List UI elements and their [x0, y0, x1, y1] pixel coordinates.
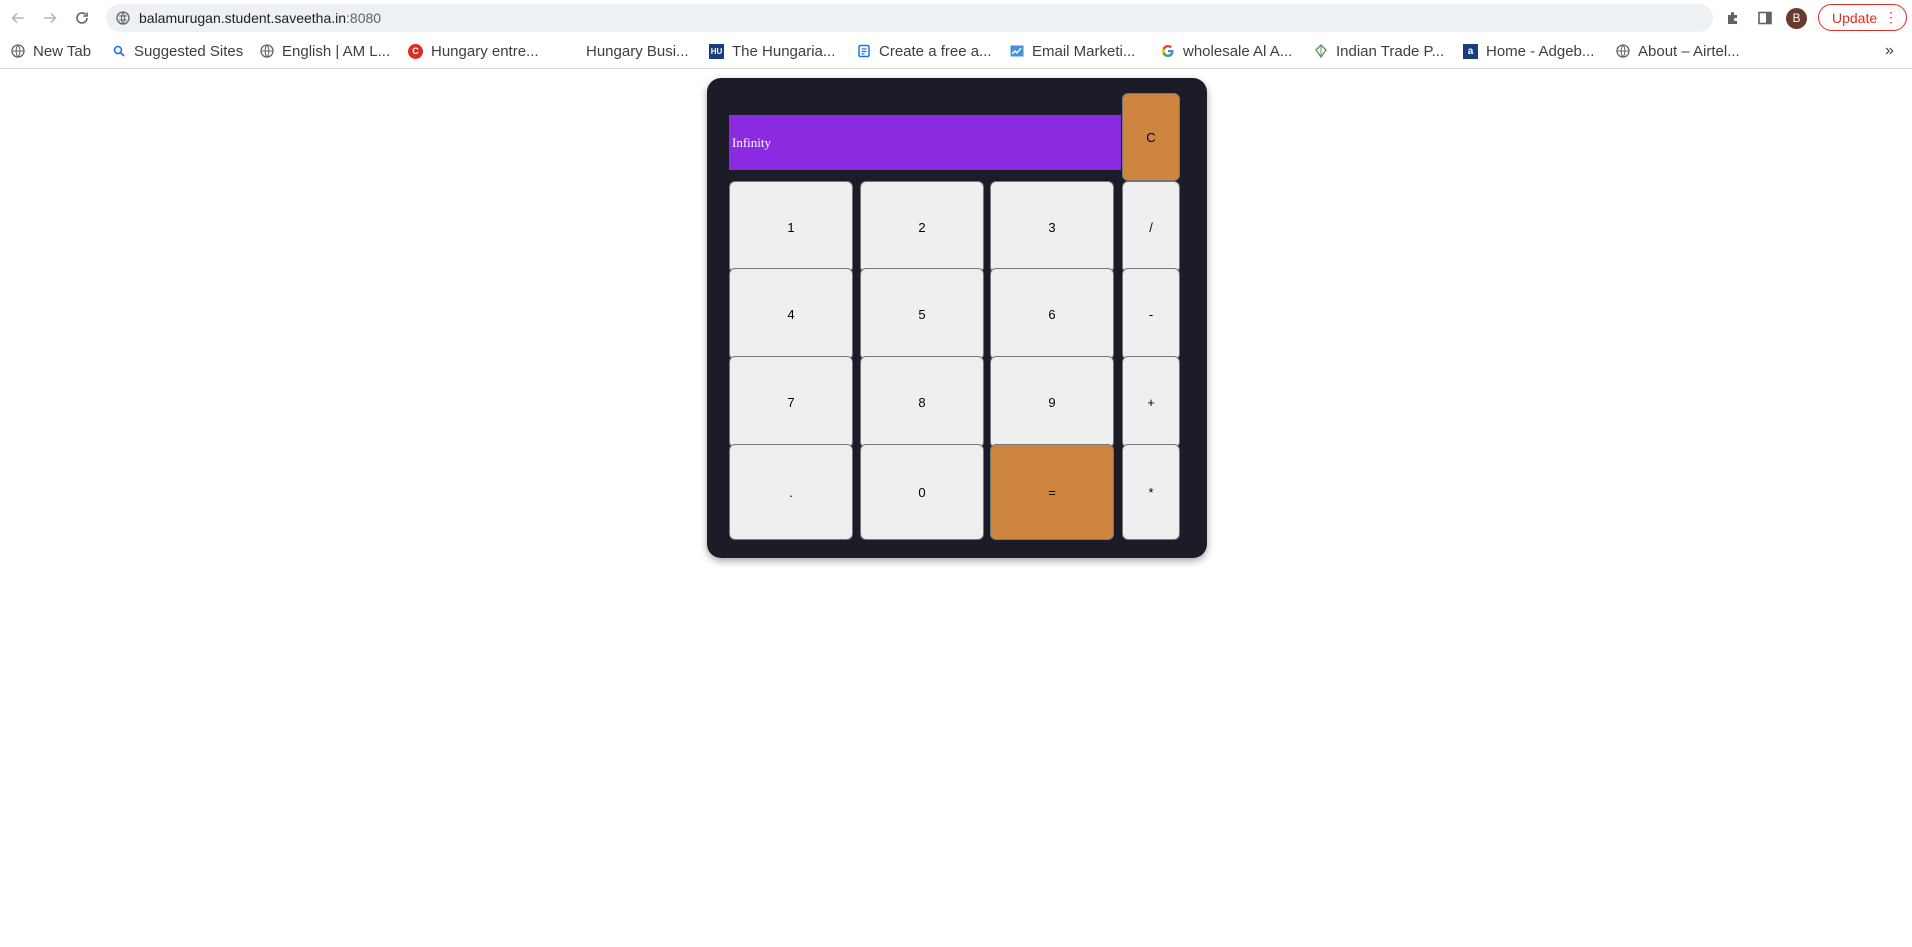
bookmark-label: Create a free a...	[879, 42, 992, 60]
bookmarks-overflow-icon[interactable]: »	[1885, 42, 1894, 60]
key-multiply[interactable]: *	[1122, 444, 1180, 540]
reload-button[interactable]	[70, 6, 94, 30]
bookmark-label: Suggested Sites	[134, 42, 244, 60]
bookmarks-bar: New Tab Suggested Sites English | AM L..…	[0, 36, 1912, 69]
chart-icon	[1009, 44, 1024, 59]
bookmark-label: Email Marketi...	[1032, 42, 1136, 60]
key-subtract[interactable]: -	[1122, 268, 1180, 360]
key-1[interactable]: 1	[729, 181, 853, 273]
profile-avatar[interactable]: B	[1786, 8, 1807, 29]
address-url: balamurugan.student.saveetha.in:8080	[139, 4, 381, 32]
bookmark-the-hungaria[interactable]: HU The Hungaria...	[709, 36, 835, 66]
calculator: Infinity C 1 2 3 / 4 5 6 - 7 8 9 + . 0 =…	[707, 78, 1207, 558]
extensions-button[interactable]	[1722, 7, 1744, 29]
bookmark-new-tab[interactable]: New Tab	[10, 36, 91, 66]
key-decimal[interactable]: .	[729, 444, 853, 540]
key-7[interactable]: 7	[729, 356, 853, 448]
bookmark-hungary-busi[interactable]: Hungary Busi...	[563, 36, 689, 66]
bookmark-email-marketing[interactable]: Email Marketi...	[1009, 36, 1135, 66]
side-panel-button[interactable]	[1754, 7, 1776, 29]
forward-button[interactable]	[38, 6, 62, 30]
site-info-icon[interactable]	[116, 11, 130, 25]
key-3[interactable]: 3	[990, 181, 1114, 273]
document-icon	[856, 44, 871, 59]
bookmark-english-am[interactable]: English | AM L...	[259, 36, 390, 66]
key-8[interactable]: 8	[860, 356, 984, 448]
bookmark-about-airtel[interactable]: About – Airtel...	[1615, 36, 1740, 66]
bookmark-indian-trade[interactable]: Indian Trade P...	[1313, 36, 1444, 66]
key-add[interactable]: +	[1122, 356, 1180, 448]
puzzle-icon	[1728, 12, 1737, 24]
bookmark-label: English | AM L...	[282, 42, 391, 60]
bookmark-hungary-entre[interactable]: C Hungary entre...	[408, 36, 539, 66]
bookmark-home-adgeb[interactable]: a Home - Adgeb...	[1463, 36, 1594, 66]
key-2[interactable]: 2	[860, 181, 984, 273]
bookmark-label: New Tab	[33, 42, 92, 60]
blank-icon	[563, 44, 578, 59]
hu-logo-icon: HU	[709, 43, 724, 59]
key-4[interactable]: 4	[729, 268, 853, 360]
url-host: balamurugan.student.saveetha.in	[139, 10, 347, 26]
globe-icon	[1615, 44, 1630, 59]
kebab-menu-icon[interactable]: ⋮	[1884, 8, 1898, 26]
search-icon	[111, 44, 126, 59]
bookmark-wholesale[interactable]: wholesale Al A...	[1160, 36, 1292, 66]
equals-button[interactable]: =	[990, 444, 1114, 540]
globe-icon	[10, 44, 25, 59]
side-panel-icon	[1758, 11, 1772, 25]
bookmark-label: Hungary entre...	[431, 42, 539, 60]
url-port: :8080	[346, 10, 382, 26]
back-button[interactable]	[6, 6, 30, 30]
bookmark-label: Indian Trade P...	[1336, 42, 1445, 60]
bookmark-label: Home - Adgeb...	[1486, 42, 1595, 60]
clear-button[interactable]: C	[1122, 93, 1180, 181]
bookmark-label: Hungary Busi...	[586, 42, 689, 60]
key-0[interactable]: 0	[860, 444, 984, 540]
bookmark-create-free[interactable]: Create a free a...	[856, 36, 992, 66]
browser-toolbar: balamurugan.student.saveetha.in:8080 B U…	[0, 0, 1912, 36]
update-label: Update	[1832, 9, 1878, 26]
red-c-logo-icon: C	[408, 43, 423, 59]
update-button[interactable]: Update ⋮	[1818, 4, 1907, 31]
bookmark-suggested-sites[interactable]: Suggested Sites	[111, 36, 243, 66]
bookmark-label: wholesale Al A...	[1183, 42, 1293, 60]
reload-icon	[76, 12, 88, 24]
google-icon	[1160, 44, 1175, 59]
address-bar[interactable]: balamurugan.student.saveetha.in:8080	[106, 4, 1713, 32]
key-5[interactable]: 5	[860, 268, 984, 360]
key-6[interactable]: 6	[990, 268, 1114, 360]
calculator-display: Infinity	[729, 115, 1121, 170]
a-logo-icon: a	[1463, 43, 1478, 59]
key-9[interactable]: 9	[990, 356, 1114, 448]
key-divide[interactable]: /	[1122, 181, 1180, 273]
arrow-left-icon	[11, 12, 24, 24]
globe-icon	[259, 44, 274, 59]
arrow-right-icon	[44, 12, 57, 24]
bookmark-label: About – Airtel...	[1638, 42, 1740, 60]
leaf-icon	[1313, 44, 1328, 59]
bookmark-label: The Hungaria...	[732, 42, 836, 60]
